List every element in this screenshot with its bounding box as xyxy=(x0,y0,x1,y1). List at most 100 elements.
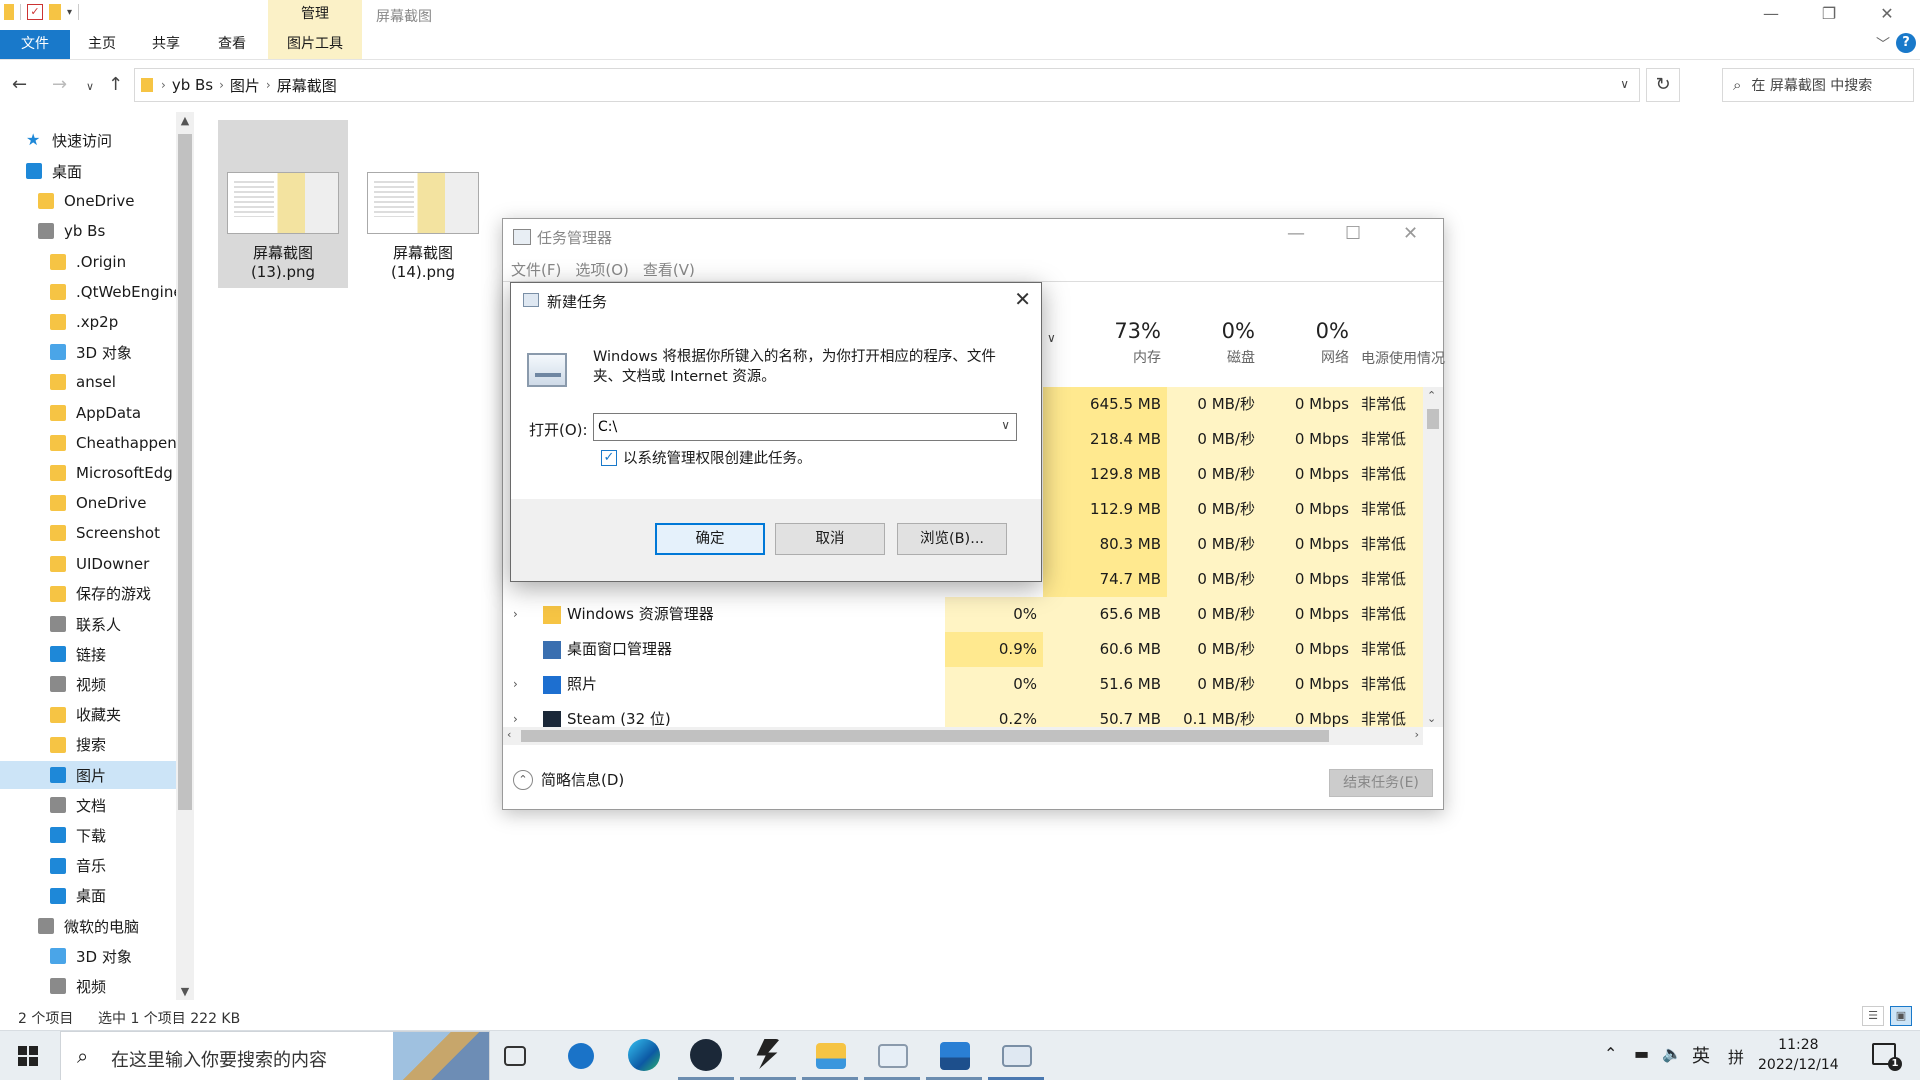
menu-view[interactable]: 查看(V) xyxy=(643,259,695,280)
process-row[interactable]: 桌面窗口管理器 0.9% 60.6 MB 0 MB/秒 0 Mbps 非常低 xyxy=(503,632,1423,667)
column-memory[interactable]: 73% 内存 xyxy=(1043,319,1167,367)
sidebar-item[interactable]: .QtWebEngine xyxy=(0,278,176,306)
battery-icon[interactable]: ▬ xyxy=(1634,1044,1649,1063)
sidebar-item[interactable]: 桌面 xyxy=(0,882,176,910)
column-disk[interactable]: 0% 磁盘 xyxy=(1167,319,1261,367)
sidebar-item[interactable]: .xp2p xyxy=(0,308,176,336)
breadcrumb-screenshots[interactable]: 屏幕截图 xyxy=(277,75,337,96)
search-input[interactable]: ⌕ 在 屏幕截图 中搜索 xyxy=(1722,68,1914,102)
expand-chevron-icon[interactable]: › xyxy=(513,667,518,702)
up-icon[interactable]: ↑ xyxy=(108,74,123,95)
close-icon[interactable]: ✕ xyxy=(1403,223,1418,244)
open-combobox[interactable]: ∨ xyxy=(593,413,1017,441)
clock[interactable]: 11:28 2022/12/14 xyxy=(1758,1035,1839,1075)
tab-file[interactable]: 文件 xyxy=(0,30,70,59)
back-icon[interactable]: ← xyxy=(12,74,27,95)
new-folder-icon[interactable] xyxy=(49,4,61,20)
sidebar-item[interactable]: 视频 xyxy=(0,670,176,698)
show-hidden-icons[interactable]: ⌃ xyxy=(1604,1044,1617,1063)
sidebar-item[interactable]: AppData xyxy=(0,399,176,427)
horizontal-scrollbar[interactable]: ‹ › xyxy=(503,727,1423,745)
sidebar-item[interactable]: 文档 xyxy=(0,791,176,819)
fewer-details-button[interactable]: ⌃ 简略信息(D) xyxy=(513,769,624,790)
browse-button[interactable]: 浏览(B)... xyxy=(897,523,1007,555)
sidebar-item[interactable]: .Origin xyxy=(0,248,176,276)
tab-picture-tools[interactable]: 图片工具 xyxy=(268,30,362,59)
breadcrumb-user[interactable]: yb Bs xyxy=(172,76,213,94)
contextual-group-manage[interactable]: 管理 xyxy=(268,0,362,30)
chevron-right-icon[interactable]: › xyxy=(161,78,166,92)
app-icon[interactable] xyxy=(756,1039,780,1069)
sidebar-item[interactable]: 联系人 xyxy=(0,610,176,638)
file-item[interactable]: 屏幕截图 (13).png xyxy=(218,120,348,288)
sidebar-item[interactable]: 音乐 xyxy=(0,852,176,880)
restore-icon[interactable]: ❐ xyxy=(1814,4,1844,23)
properties-checkbox-icon[interactable]: ✓ xyxy=(27,4,43,20)
scroll-thumb[interactable] xyxy=(178,134,192,810)
notification-center-icon[interactable]: 1 xyxy=(1872,1043,1902,1071)
sidebar-item[interactable]: OneDrive xyxy=(0,489,176,517)
scroll-up-icon[interactable]: ⌃ xyxy=(1427,389,1436,402)
scroll-up-icon[interactable]: ▲ xyxy=(176,114,194,127)
nav-scrollbar[interactable]: ▲ ▼ xyxy=(176,112,194,1000)
volume-icon[interactable]: 🔈 xyxy=(1662,1044,1682,1063)
steam-icon[interactable] xyxy=(690,1039,722,1071)
help-icon[interactable]: ? xyxy=(1896,33,1916,53)
minimize-icon[interactable]: — xyxy=(1287,223,1305,244)
sidebar-item[interactable]: 桌面 xyxy=(0,157,176,185)
admin-checkbox-label[interactable]: 以系统管理权限创建此任务。 xyxy=(623,447,812,468)
close-icon[interactable]: ✕ xyxy=(1872,4,1902,23)
admin-checkbox[interactable]: ✓ xyxy=(601,449,617,466)
sidebar-item[interactable]: 3D 对象 xyxy=(0,942,176,970)
forward-icon[interactable]: → xyxy=(52,74,67,95)
ok-button[interactable]: 确定 xyxy=(655,523,765,555)
recent-locations-icon[interactable]: ∨ xyxy=(86,80,94,93)
tab-view[interactable]: 查看 xyxy=(210,30,254,59)
scroll-right-icon[interactable]: › xyxy=(1415,728,1419,741)
scroll-thumb[interactable] xyxy=(521,730,1329,742)
sidebar-item[interactable]: Screenshot xyxy=(0,519,176,547)
scroll-left-icon[interactable]: ‹ xyxy=(507,728,511,741)
close-icon[interactable]: ✕ xyxy=(1014,287,1031,311)
column-network[interactable]: 0% 网络 xyxy=(1261,319,1355,367)
sidebar-item[interactable]: 保存的游戏 xyxy=(0,580,176,608)
sidebar-item[interactable]: 微软的电脑 xyxy=(0,912,176,940)
file-explorer-icon[interactable] xyxy=(816,1043,846,1069)
windows-start-icon[interactable] xyxy=(18,1046,38,1066)
scroll-thumb[interactable] xyxy=(1427,409,1439,429)
ime-mode[interactable]: 拼 xyxy=(1728,1044,1744,1068)
sidebar-item[interactable]: Cheathappens xyxy=(0,429,176,457)
tab-home[interactable]: 主页 xyxy=(80,30,124,59)
run-dialog-icon[interactable] xyxy=(1002,1045,1032,1067)
expand-chevron-icon[interactable]: › xyxy=(513,597,518,632)
file-item[interactable]: 屏幕截图 (14).png xyxy=(358,120,488,288)
process-row[interactable]: › Windows 资源管理器 0% 65.6 MB 0 MB/秒 0 Mbps 非常低 xyxy=(503,597,1423,632)
sidebar-item[interactable]: OneDrive xyxy=(0,187,176,215)
open-input[interactable] xyxy=(594,414,984,440)
sidebar-item[interactable]: yb Bs xyxy=(0,217,176,245)
chevron-right-icon[interactable]: › xyxy=(219,78,224,92)
expand-ribbon-icon[interactable]: ﹀ xyxy=(1876,34,1890,54)
tab-share[interactable]: 共享 xyxy=(144,30,188,59)
process-row[interactable]: › 照片 0% 51.6 MB 0 MB/秒 0 Mbps 非常低 xyxy=(503,667,1423,702)
sidebar-item[interactable]: 收藏夹 xyxy=(0,701,176,729)
sidebar-item[interactable]: 3D 对象 xyxy=(0,338,176,366)
process-row[interactable]: › Steam (32 位) 0.2% 50.7 MB 0.1 MB/秒 0 Mbps 非常… xyxy=(503,702,1423,727)
expand-chevron-icon[interactable]: › xyxy=(513,702,518,727)
chevron-down-icon[interactable]: ∨ xyxy=(1001,418,1010,432)
ime-language[interactable]: 英 xyxy=(1692,1042,1710,1068)
maximize-icon[interactable]: ☐ xyxy=(1345,223,1361,244)
sidebar-item[interactable]: 搜索 xyxy=(0,731,176,759)
task-manager-icon[interactable] xyxy=(878,1044,908,1068)
task-view-icon[interactable] xyxy=(504,1046,526,1066)
sidebar-item[interactable]: 下载 xyxy=(0,821,176,849)
sidebar-item[interactable]: MicrosoftEdg xyxy=(0,459,176,487)
sidebar-item[interactable]: 链接 xyxy=(0,640,176,668)
sidebar-item[interactable]: ansel xyxy=(0,368,176,396)
cancel-button[interactable]: 取消 xyxy=(775,523,885,555)
minimize-icon[interactable]: — xyxy=(1756,4,1786,23)
photos-icon[interactable] xyxy=(940,1042,970,1070)
menu-options[interactable]: 选项(O) xyxy=(575,259,629,280)
column-power[interactable]: 电源使用情况 xyxy=(1355,319,1475,368)
menu-file[interactable]: 文件(F) xyxy=(511,259,561,280)
